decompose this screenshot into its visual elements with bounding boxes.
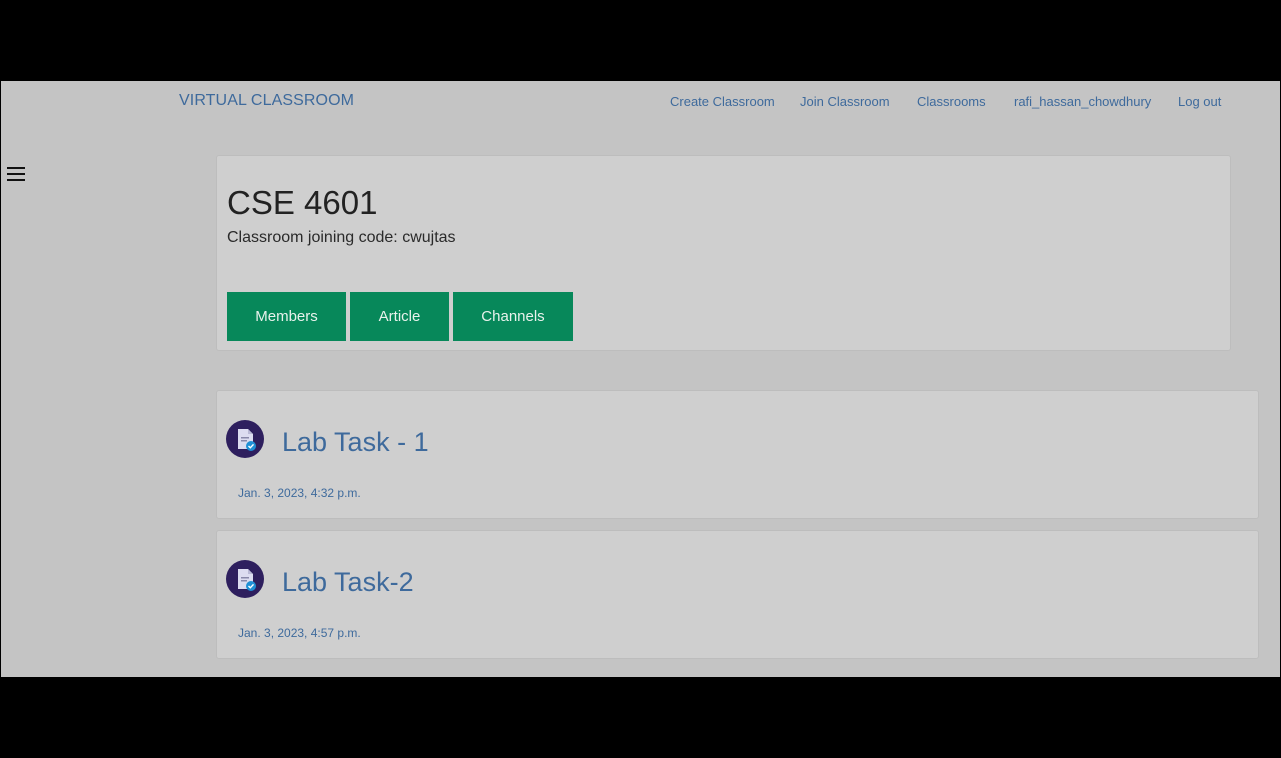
- document-check-icon: [226, 560, 264, 598]
- hamburger-menu-icon[interactable]: [7, 167, 25, 182]
- post-date: Jan. 3, 2023, 4:32 p.m.: [238, 486, 361, 500]
- classroom-header-card: CSE 4601 Classroom joining code: cwujtas…: [216, 155, 1231, 351]
- nav-join-classroom[interactable]: Join Classroom: [800, 94, 890, 109]
- nav-logout[interactable]: Log out: [1178, 94, 1221, 109]
- classroom-join-code: Classroom joining code: cwujtas: [227, 229, 456, 246]
- article-button[interactable]: Article: [350, 292, 449, 341]
- channels-button[interactable]: Channels: [453, 292, 573, 341]
- document-check-icon: [226, 420, 264, 458]
- nav-user-profile[interactable]: rafi_hassan_chowdhury: [1014, 94, 1151, 109]
- brand-link[interactable]: VIRTUAL CLASSROOM: [179, 92, 354, 110]
- classroom-title: CSE 4601: [227, 184, 378, 221]
- nav-create-classroom[interactable]: Create Classroom: [670, 94, 775, 109]
- post-title[interactable]: Lab Task - 1: [282, 427, 429, 458]
- post-card[interactable]: Lab Task-2 Jan. 3, 2023, 4:57 p.m.: [216, 530, 1259, 659]
- top-navbar: VIRTUAL CLASSROOM Create Classroom Join …: [1, 81, 1280, 121]
- post-title[interactable]: Lab Task-2: [282, 567, 414, 598]
- app-viewport: VIRTUAL CLASSROOM Create Classroom Join …: [1, 81, 1280, 677]
- post-card[interactable]: Lab Task - 1 Jan. 3, 2023, 4:32 p.m.: [216, 390, 1259, 519]
- nav-classrooms[interactable]: Classrooms: [917, 94, 986, 109]
- post-date: Jan. 3, 2023, 4:57 p.m.: [238, 626, 361, 640]
- members-button[interactable]: Members: [227, 292, 346, 341]
